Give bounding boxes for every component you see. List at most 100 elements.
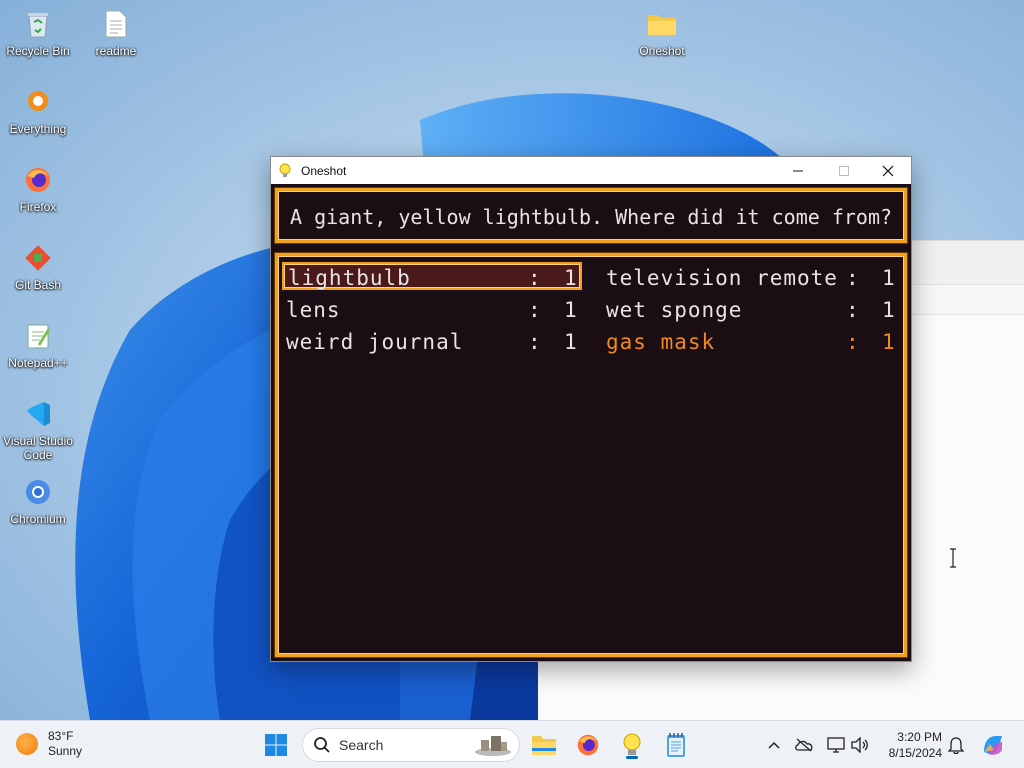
item-separator: : [528,266,542,290]
desktop-icon-label: Visual Studio Code [3,434,73,462]
start-button[interactable] [260,729,292,761]
onedrive-tray-icon[interactable] [794,735,814,755]
git-bash-icon [22,242,54,274]
text-file-icon [100,8,132,40]
minimize-icon [793,170,803,171]
search-label: Search [339,737,384,753]
maximize-button[interactable] [821,157,867,184]
item-description-box: A giant, yellow lightbulb. Where did it … [274,187,908,244]
weather-condition: Sunny [48,744,83,758]
chromium-icon [22,476,54,508]
lightbulb-icon [277,163,293,179]
clock-date: 8/15/2024 [888,746,942,760]
copilot-button[interactable] [980,732,1006,758]
inventory-item[interactable]: lightbulb : 1 [282,262,582,290]
item-name: wet sponge [606,298,743,322]
notepadpp-icon [22,320,54,352]
desktop-icon-oneshot-folder[interactable]: Oneshot [624,8,700,58]
desktop-icon-label: Oneshot [639,44,685,58]
bell-icon [948,737,964,754]
inventory-item[interactable]: television remote : 1 [606,264,896,292]
speaker-icon [851,737,868,753]
close-icon [882,165,894,176]
desktop-icon-vscode[interactable]: Visual Studio Code [0,398,76,462]
cloud-offline-icon [795,738,813,752]
weather-temperature: 83°F [48,729,74,743]
maximize-icon [839,165,849,176]
item-separator: : [846,266,860,290]
volume-tray-icon[interactable] [850,735,870,755]
inventory-item[interactable]: wet sponge : 1 [606,296,896,324]
file-explorer-icon [532,736,556,755]
inventory-item[interactable]: lens : 1 [286,296,582,324]
show-hidden-icons-button[interactable] [764,735,784,755]
desktop-icon-label: Notepad++ [8,356,68,370]
minimize-button[interactable] [775,157,821,184]
search-highlight-icon [475,736,511,756]
desktop-icon-label: Recycle Bin [6,44,70,58]
notepad-icon [667,733,685,757]
clock-time: 3:20 PM [897,730,942,744]
item-separator: : [528,298,542,322]
active-indicator [626,756,638,759]
item-name: television remote [606,266,838,290]
window-titlebar[interactable]: Oneshot [271,157,911,184]
taskbar-clock[interactable]: 3:20 PM 8/15/2024 [880,729,942,761]
inventory-panel: lightbulb : 1 television remote : 1 lens… [274,252,908,658]
lightbulb-icon [623,733,641,755]
inventory-item[interactable]: gas mask : 1 [606,328,896,356]
chevron-up-icon [768,741,780,749]
desktop-icon-label: Firefox [19,200,57,214]
item-description: A giant, yellow lightbulb. Where did it … [290,205,893,229]
desktop-icon-notepadpp[interactable]: Notepad++ [0,320,76,370]
file-explorer-button[interactable] [528,729,560,761]
desktop-icon-readme[interactable]: readme [78,8,154,58]
desktop-icon-chromium[interactable]: Chromium [0,476,76,526]
firefox-icon [22,164,54,196]
everything-search-icon [22,86,54,118]
vscode-icon [22,398,54,430]
close-button[interactable] [865,157,911,184]
item-name: lens [286,298,341,322]
item-separator: : [846,298,860,322]
folder-icon [646,8,678,40]
oneshot-taskbar-button[interactable] [616,729,648,761]
item-name: weird journal [286,330,464,354]
desktop-icon-everything[interactable]: Everything [0,86,76,136]
recycle-bin-icon [22,8,54,40]
weather-widget[interactable]: 83°F Sunny [16,729,82,759]
sun-icon [16,733,38,755]
inventory-item[interactable]: weird journal : 1 [286,328,582,356]
oneshot-window[interactable]: Oneshot A giant, yellow lightbulb. Where… [270,156,912,662]
item-name: gas mask [606,330,716,354]
item-separator: : [846,330,860,354]
notifications-button[interactable] [946,735,966,755]
search-icon [314,737,330,753]
item-quantity: 1 [882,330,896,354]
window-title: Oneshot [301,163,347,178]
taskbar: 83°F Sunny Search 3:20 PM 8/15/2024 [0,720,1024,768]
item-quantity: 1 [882,266,896,290]
notepad-taskbar-button[interactable] [660,729,692,761]
desktop-icon-label: Git Bash [14,278,62,292]
item-name: lightbulb [288,266,411,290]
text-cursor-icon [948,548,958,568]
item-separator: : [528,330,542,354]
item-quantity: 1 [882,298,896,322]
desktop-icon-firefox[interactable]: Firefox [0,164,76,214]
desktop-icon-label: Everything [9,122,67,136]
firefox-taskbar-button[interactable] [572,729,604,761]
network-icon [827,737,845,753]
item-quantity: 1 [564,298,578,322]
desktop-icon-git-bash[interactable]: Git Bash [0,242,76,292]
windows-logo-icon [265,734,287,756]
network-tray-icon[interactable] [826,735,846,755]
item-quantity: 1 [564,266,578,290]
desktop-icon-recycle-bin[interactable]: Recycle Bin [0,8,76,58]
firefox-icon [577,734,599,756]
copilot-icon [984,736,1002,755]
taskbar-search[interactable]: Search [302,728,520,762]
item-quantity: 1 [564,330,578,354]
desktop-icon-label: Chromium [10,512,66,526]
desktop-icon-label: readme [95,44,137,58]
